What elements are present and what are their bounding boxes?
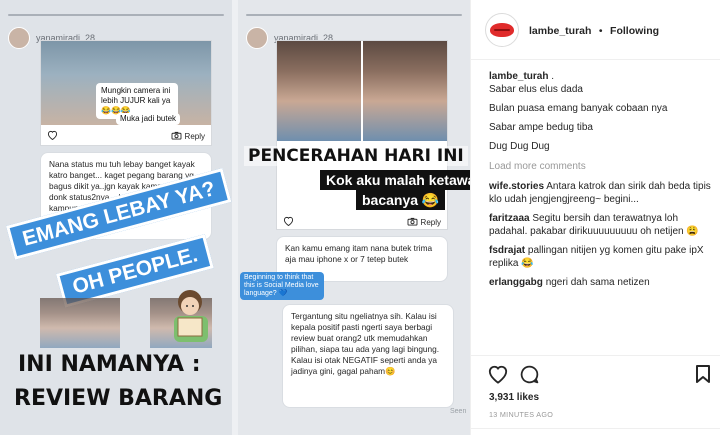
- selfie-action-row: Reply: [277, 213, 447, 231]
- photo-caption-text: Mungkin camera ini lebih JUJUR kali ya 😂…: [101, 86, 171, 115]
- load-more-comments-button[interactable]: Load more comments: [489, 160, 711, 173]
- reply-label: Reply: [420, 217, 441, 227]
- bookmark-icon[interactable]: [695, 364, 711, 389]
- caption-line: Dug Dug Dug: [489, 141, 550, 152]
- heart-icon[interactable]: [487, 364, 509, 389]
- photo-caption-2-text: Muka jadi butek: [120, 114, 177, 123]
- post-timestamp: 13 MINUTES AGO: [489, 410, 554, 419]
- headline-line-2: REVIEW BARANG: [14, 386, 223, 411]
- caption-username[interactable]: lambe_turah: [489, 71, 548, 82]
- headline-ini-namanya: INI NAMANYA :: [18, 352, 201, 377]
- post-media[interactable]: yanamiradi_28 Mungkin camera ini lebih J…: [0, 0, 470, 435]
- mini-sticker: Beginning to think that this is Social M…: [240, 272, 324, 300]
- comments-list[interactable]: lambe_turah . Sabar elus elus dada Bulan…: [489, 70, 711, 355]
- reading-girl-sticker: [174, 290, 208, 342]
- label-kok-aku: Kok aku malah ketawa: [320, 170, 470, 190]
- likes-count[interactable]: 3,931 likes: [489, 392, 539, 403]
- comment-username[interactable]: wife.stories: [489, 181, 544, 192]
- reply-button[interactable]: Reply: [171, 131, 205, 142]
- caption: lambe_turah . Sabar elus elus dada Bulan…: [489, 70, 711, 153]
- avatar: [8, 27, 30, 49]
- selfie-photo-2: [363, 41, 447, 141]
- label-line-2: bacanya 😂: [362, 192, 440, 208]
- headline-line-1: INI NAMANYA :: [18, 352, 201, 377]
- comment-icon[interactable]: [519, 364, 540, 390]
- mini-sticker-text: Beginning to think that this is Social M…: [244, 274, 319, 297]
- seen-label: Seen: [450, 408, 467, 415]
- dash-x-label: - X -: [280, 180, 308, 194]
- post-panel: lambe_turah • Following lambe_turah . Sa…: [470, 0, 720, 435]
- reply-label: Reply: [184, 131, 205, 141]
- comment-2-text: Tergantung situ ngeliatnya sih. Kalau is…: [291, 311, 440, 376]
- comment-username[interactable]: faritzaaa: [489, 213, 530, 224]
- comment-1-text: Kan kamu emang itam nana butek trima aja…: [285, 243, 433, 264]
- photo-card: Mungkin camera ini lebih JUJUR kali ya 😂…: [40, 40, 212, 146]
- label-bacanya: bacanya 😂: [356, 190, 446, 210]
- photo-action-row: Reply: [41, 127, 211, 145]
- list-item: faritzaaa Segitu bersih dan terawatnya l…: [489, 212, 711, 238]
- label-line-1: Kok aku malah ketawa: [326, 172, 470, 188]
- header-text: lambe_turah • Following: [529, 21, 659, 39]
- comment-username[interactable]: fsdrajat: [489, 245, 525, 256]
- selfie-photo-1: [277, 41, 361, 141]
- caption-line: Bulan puasa emang banyak cobaan nya: [489, 103, 668, 114]
- avatar: [246, 27, 268, 49]
- camera-icon: [171, 131, 182, 142]
- heart-icon[interactable]: [283, 216, 294, 228]
- reply-button[interactable]: Reply: [407, 217, 441, 228]
- username-link[interactable]: lambe_turah: [529, 25, 591, 37]
- list-item: wife.stories Antara katrok dan sirik dah…: [489, 180, 711, 206]
- list-item: erlanggabg ngeri dah sama netizen: [489, 276, 711, 289]
- lips-logo-icon: [490, 22, 514, 37]
- add-comment-area[interactable]: [471, 428, 720, 435]
- action-bar: [471, 355, 720, 393]
- headline-review-barang: REVIEW BARANG: [14, 386, 222, 411]
- list-item: fsdrajat pallingan nitijen yg komen gitu…: [489, 244, 711, 270]
- story-screenshot-right: yanamiradi_28 Reply PENCERAHAN HARI INI: [238, 0, 470, 435]
- caption-line: .: [551, 71, 555, 82]
- story-screenshot-left: yanamiradi_28 Mungkin camera ini lebih J…: [0, 0, 232, 435]
- separator-dot: •: [598, 24, 603, 37]
- camera-icon: [407, 217, 418, 228]
- comment-text: ngeri dah sama netizen: [545, 277, 650, 288]
- avatar[interactable]: [485, 12, 519, 47]
- post-header: lambe_turah • Following: [471, 0, 720, 60]
- dash-x-text: - X -: [280, 180, 308, 194]
- headline-pencerahan: PENCERAHAN HARI INI: [244, 146, 468, 166]
- headline-text: PENCERAHAN HARI INI: [248, 146, 464, 166]
- comment-bubble-2: Tergantung situ ngeliatnya sih. Kalau is…: [282, 304, 454, 408]
- caption-line: Sabar ampe bedug tiba: [489, 122, 593, 133]
- heart-icon[interactable]: [47, 130, 58, 142]
- follow-status-button[interactable]: Following: [610, 25, 659, 37]
- thumb-photo-left: [40, 298, 120, 348]
- comment-username[interactable]: erlanggabg: [489, 277, 543, 288]
- story-progress-bar: [8, 14, 224, 16]
- story-progress-bar: [246, 14, 462, 16]
- caption-line: Sabar elus elus dada: [489, 84, 583, 95]
- photo-caption-2: Muka jadi butek: [116, 113, 181, 125]
